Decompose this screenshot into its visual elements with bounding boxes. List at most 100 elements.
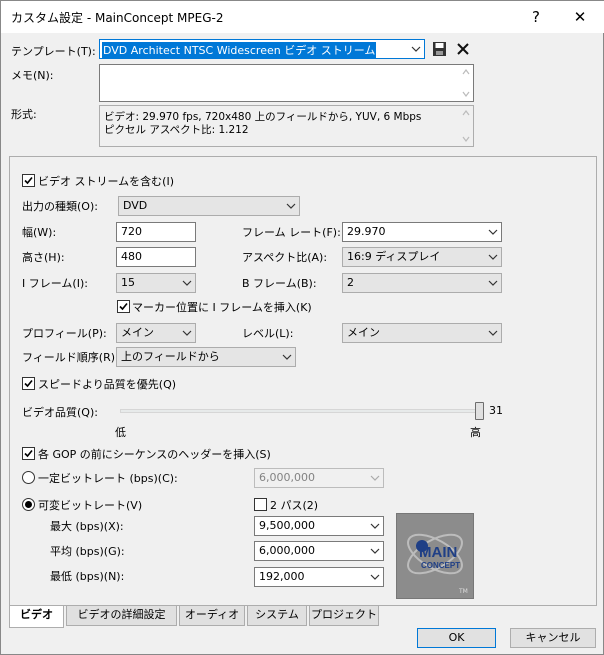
chevron-down-icon <box>369 545 381 557</box>
video-quality-label: ビデオ品質(Q): <box>22 406 98 419</box>
scroll-up-icon[interactable] <box>461 67 471 77</box>
height-input[interactable]: 480 <box>116 247 196 267</box>
profile-label: プロフィール(P): <box>22 327 107 340</box>
framerate-combobox[interactable]: 29.970 <box>342 222 502 242</box>
format-box: ビデオ: 29.970 fps, 720x480 上のフィールドから, YUV,… <box>99 105 474 147</box>
chevron-down-icon <box>369 472 381 484</box>
chevron-down-icon <box>410 43 422 55</box>
delete-icon[interactable] <box>455 41 471 57</box>
level-label: レベル(L): <box>242 327 294 340</box>
max-bitrate-label: 最大 (bps)(X): <box>50 520 124 533</box>
cbr-radio[interactable] <box>22 471 35 484</box>
min-bitrate-combobox[interactable]: 192,000 <box>254 567 384 587</box>
cbr-label: 一定ビットレート (bps)(C): <box>38 472 178 485</box>
field-order-value: 上のフィールドから <box>121 350 220 363</box>
gop-header-checkbox[interactable] <box>22 447 35 460</box>
iframe-label: I フレーム(I): <box>22 277 88 290</box>
format-label: 形式: <box>11 108 37 121</box>
profile-dropdown[interactable]: メイン <box>116 323 196 343</box>
quality-over-speed-label: スピードより品質を優先(Q) <box>38 378 177 391</box>
tab-audio[interactable]: オーディオ <box>179 606 245 626</box>
chevron-down-icon <box>369 571 381 583</box>
min-bitrate-label: 最低 (bps)(N): <box>50 570 125 583</box>
aspect-dropdown[interactable]: 16:9 ディスプレイ <box>342 247 502 267</box>
bframe-value: 2 <box>347 276 354 289</box>
save-icon[interactable] <box>432 41 447 57</box>
chevron-down-icon <box>281 351 293 363</box>
logo-tm: TM <box>459 588 468 595</box>
level-value: メイン <box>347 326 380 339</box>
framerate-value: 29.970 <box>347 225 386 238</box>
format-line2: ピクセル アスペクト比: 1.212 <box>104 124 249 136</box>
chevron-down-icon <box>487 327 499 339</box>
template-label: テンプレート(T): <box>11 45 96 58</box>
include-video-checkbox[interactable] <box>22 174 35 187</box>
cbr-value: 6,000,000 <box>259 471 315 484</box>
aspect-value: 16:9 ディスプレイ <box>347 250 441 263</box>
min-bitrate-value: 192,000 <box>259 570 305 583</box>
profile-value: メイン <box>121 326 154 339</box>
template-dropdown[interactable]: DVD Architect NTSC Widescreen ビデオ ストリーム <box>99 39 425 59</box>
chevron-down-icon <box>285 200 297 212</box>
height-label: 高さ(H): <box>22 251 65 264</box>
avg-bitrate-combobox[interactable]: 6,000,000 <box>254 541 384 561</box>
width-input[interactable]: 720 <box>116 222 196 242</box>
tab-project[interactable]: プロジェクト <box>309 606 379 626</box>
memo-label: メモ(N): <box>11 69 54 82</box>
quality-over-speed-checkbox[interactable] <box>22 377 35 390</box>
height-value: 480 <box>121 250 142 263</box>
template-value: DVD Architect NTSC Widescreen ビデオ ストリーム <box>102 42 377 58</box>
tab-system[interactable]: システム <box>247 606 307 626</box>
avg-bitrate-label: 平均 (bps)(G): <box>50 545 125 558</box>
vbr-label: 可変ビットレート(V) <box>38 499 143 512</box>
chevron-down-icon <box>487 226 499 238</box>
logo-main-text: MAIN <box>419 544 458 561</box>
quality-value: 31 <box>489 404 503 417</box>
avg-bitrate-value: 6,000,000 <box>259 544 315 557</box>
level-dropdown[interactable]: メイン <box>342 323 502 343</box>
help-button[interactable]: ? <box>521 5 551 29</box>
scroll-up-icon[interactable] <box>461 108 471 118</box>
marker-iframe-checkbox[interactable] <box>117 300 130 313</box>
ok-button[interactable]: OK <box>417 628 496 648</box>
vbr-radio[interactable] <box>22 498 35 511</box>
include-video-label: ビデオ ストリームを含む(I) <box>38 175 174 188</box>
logo-sub-text: CONCEPT <box>421 561 461 570</box>
chevron-down-icon <box>181 277 193 289</box>
chevron-down-icon <box>487 251 499 263</box>
chevron-down-icon <box>487 277 499 289</box>
quality-low-label: 低 <box>115 426 126 439</box>
two-pass-label: 2 パス(2) <box>270 499 319 512</box>
two-pass-checkbox[interactable] <box>254 498 267 511</box>
memo-textarea[interactable] <box>99 64 474 102</box>
field-order-dropdown[interactable]: 上のフィールドから <box>116 347 296 367</box>
scroll-down-icon[interactable] <box>461 89 471 99</box>
field-order-label: フィールド順序(R): <box>22 351 119 364</box>
cbr-combobox[interactable]: 6,000,000 <box>254 468 384 488</box>
iframe-dropdown[interactable]: 15 <box>116 273 196 293</box>
tab-video[interactable]: ビデオ <box>9 606 64 628</box>
max-bitrate-combobox[interactable]: 9,500,000 <box>254 516 384 536</box>
width-label: 幅(W): <box>22 226 57 239</box>
bframe-dropdown[interactable]: 2 <box>342 273 502 293</box>
cancel-button[interactable]: キャンセル <box>510 628 596 648</box>
iframe-value: 15 <box>121 276 135 289</box>
bframe-label: B フレーム(B): <box>242 277 317 290</box>
scroll-down-icon[interactable] <box>461 134 471 144</box>
tab-video-advanced[interactable]: ビデオの詳細設定 <box>66 606 177 626</box>
chevron-down-icon <box>369 520 381 532</box>
close-button[interactable]: ✕ <box>565 5 595 29</box>
gop-header-label: 各 GOP の前にシーケンスのヘッダーを挿入(S) <box>38 448 271 461</box>
output-type-label: 出力の種類(O): <box>22 200 98 213</box>
title-bar: カスタム設定 - MainConcept MPEG-2 ? ✕ <box>1 1 604 33</box>
dialog-window: カスタム設定 - MainConcept MPEG-2 ? ✕ テンプレート(T… <box>0 0 604 655</box>
max-bitrate-value: 9,500,000 <box>259 519 315 532</box>
width-value: 720 <box>121 225 142 238</box>
quality-slider-thumb[interactable] <box>475 402 484 420</box>
chevron-down-icon <box>181 327 193 339</box>
output-type-dropdown[interactable]: DVD <box>118 196 300 216</box>
marker-iframe-label: マーカー位置に I フレームを挿入(K) <box>132 301 312 314</box>
aspect-label: アスペクト比(A): <box>242 251 328 264</box>
quality-high-label: 高 <box>470 426 481 439</box>
quality-slider-track[interactable] <box>120 409 484 413</box>
